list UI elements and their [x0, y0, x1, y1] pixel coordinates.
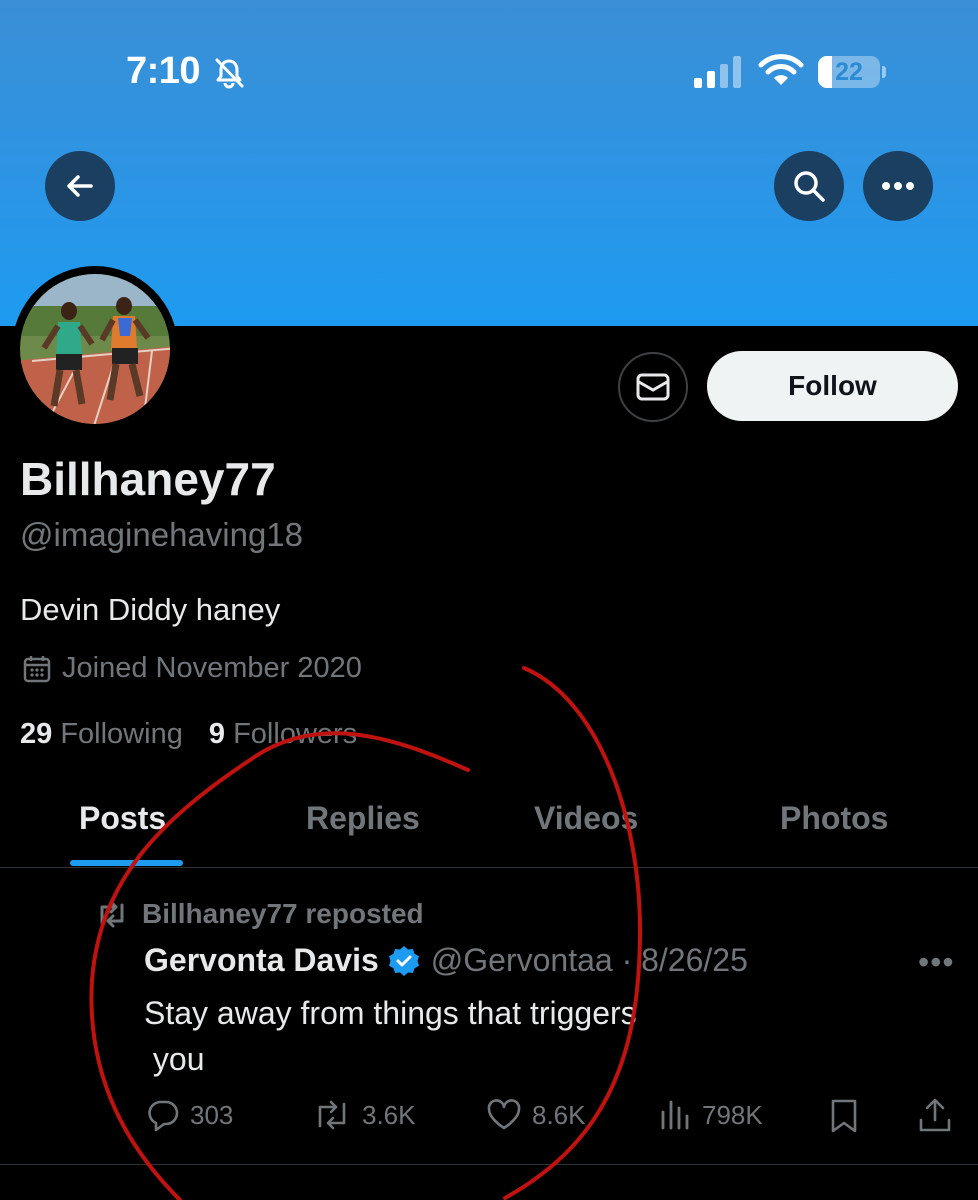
- tabs-divider: [0, 867, 978, 868]
- reply-icon: [148, 1100, 179, 1132]
- post-divider: [0, 1164, 978, 1165]
- more-button[interactable]: [863, 151, 933, 221]
- reply-button[interactable]: 303: [146, 1098, 233, 1132]
- battery-indicator: 22: [818, 56, 880, 88]
- bookmark-button[interactable]: [828, 1098, 860, 1134]
- status-time: 7:10: [126, 50, 201, 92]
- followers-label: Followers: [233, 718, 358, 750]
- search-button[interactable]: [774, 151, 844, 221]
- joined-text: Joined November 2020: [62, 652, 362, 684]
- tab-replies[interactable]: Replies: [306, 800, 420, 837]
- more-horizontal-icon: [882, 182, 914, 190]
- following-label: Following: [60, 718, 183, 750]
- arrow-left-icon: [67, 175, 93, 197]
- post-text: Stay away from things that triggers you: [144, 995, 637, 1077]
- wifi-icon: [758, 54, 804, 85]
- follow-stats: 29 Following 9 Followers: [20, 718, 357, 751]
- repost-button[interactable]: 3.6K: [312, 1098, 416, 1132]
- profile-bio: Devin Diddy haney: [20, 592, 281, 627]
- views-icon: [661, 1100, 689, 1130]
- display-name: Billhaney77: [20, 453, 276, 505]
- envelope-icon: [636, 373, 670, 401]
- views-button[interactable]: 798K: [658, 1098, 763, 1132]
- tab-photos[interactable]: Photos: [780, 800, 888, 837]
- bookmark-icon: [831, 1099, 857, 1133]
- repost-label: Billhaney77 reposted: [142, 898, 424, 929]
- like-button[interactable]: 8.6K: [486, 1098, 586, 1132]
- follow-button[interactable]: Follow: [707, 351, 958, 421]
- following-count: 29: [20, 718, 53, 750]
- back-button[interactable]: [45, 151, 115, 221]
- repost-count: 3.6K: [362, 1099, 416, 1130]
- joined-date: Joined November 2020: [22, 652, 362, 685]
- repost-context: Billhaney77 reposted: [94, 898, 424, 930]
- message-button[interactable]: [618, 352, 688, 422]
- repost-icon: [100, 900, 124, 928]
- reply-count: 303: [190, 1099, 234, 1130]
- author-meta: @Gervontaa · 8/26/25: [430, 942, 748, 978]
- author-name: Gervonta Davis: [144, 942, 379, 978]
- post-author[interactable]: Gervonta Davis @Gervontaa · 8/26/25: [144, 942, 748, 979]
- calendar-icon: [23, 655, 51, 682]
- avatar-photo: [20, 274, 170, 424]
- cellular-signal-icon: [694, 56, 741, 88]
- user-handle: @imaginehaving18: [20, 516, 304, 553]
- heart-icon: [487, 1099, 521, 1130]
- bell-slash-icon: [215, 58, 244, 89]
- share-icon: [919, 1098, 951, 1132]
- share-button[interactable]: [918, 1098, 952, 1134]
- search-icon: [794, 171, 825, 202]
- active-tab-indicator: [70, 860, 183, 866]
- repost-icon: [318, 1100, 346, 1130]
- like-count: 8.6K: [532, 1099, 586, 1130]
- tab-posts[interactable]: Posts: [79, 800, 166, 837]
- views-count: 798K: [702, 1099, 763, 1130]
- battery-cap: [882, 66, 886, 78]
- post-more-icon[interactable]: •••: [918, 944, 955, 981]
- tab-videos[interactable]: Videos: [534, 800, 638, 837]
- verified-badge-icon: [388, 945, 419, 976]
- followers-link[interactable]: 9 Followers: [209, 718, 357, 750]
- followers-count: 9: [208, 718, 226, 750]
- battery-percent: 22: [835, 58, 863, 86]
- profile-avatar[interactable]: [12, 266, 178, 432]
- following-link[interactable]: 29 Following: [20, 718, 183, 750]
